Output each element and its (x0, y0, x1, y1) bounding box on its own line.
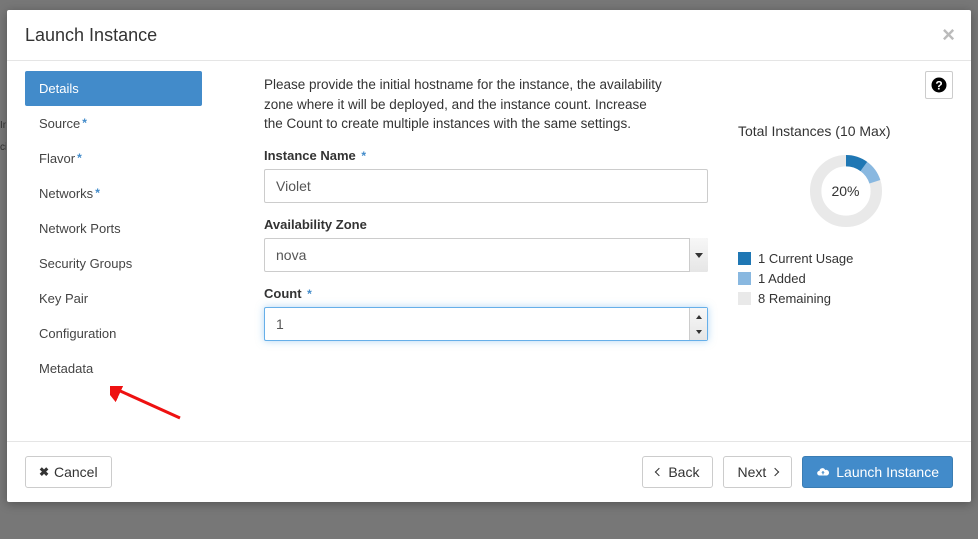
instance-name-input[interactable] (264, 169, 708, 203)
required-icon: * (307, 287, 312, 301)
count-up-button[interactable] (690, 308, 707, 324)
modal-footer: ✖ Cancel Back Next Launch Instance (7, 441, 971, 502)
sidebar-item-key-pair[interactable]: Key Pair (25, 281, 202, 316)
sidebar-item-flavor[interactable]: Flavor* (25, 141, 202, 176)
sidebar-item-label: Key Pair (39, 291, 88, 306)
required-icon: * (82, 116, 87, 130)
availability-zone-label: Availability Zone (264, 217, 708, 232)
sidebar-item-networks[interactable]: Networks* (25, 176, 202, 211)
sidebar-item-label: Configuration (39, 326, 116, 341)
quota-legend: 1 Current Usage 1 Added 8 Remaining (738, 251, 953, 306)
button-label: Cancel (54, 464, 98, 480)
wizard-sidebar: Details Source* Flavor* Networks* Networ… (7, 71, 212, 431)
button-label: Next (737, 464, 766, 480)
count-input[interactable] (264, 307, 708, 341)
sidebar-item-details[interactable]: Details (25, 71, 202, 106)
sidebar-item-security-groups[interactable]: Security Groups (25, 246, 202, 281)
sidebar-item-label: Source (39, 116, 80, 131)
instance-name-label: Instance Name * (264, 148, 708, 163)
count-label: Count * (264, 286, 708, 301)
modal-title: Launch Instance (25, 25, 953, 46)
label-text: Availability Zone (264, 217, 367, 232)
x-icon: ✖ (39, 468, 48, 477)
quota-title: Total Instances (10 Max) (738, 123, 953, 139)
close-icon[interactable]: × (942, 24, 955, 46)
sidebar-item-label: Security Groups (39, 256, 132, 271)
cancel-button[interactable]: ✖ Cancel (25, 456, 112, 488)
sidebar-item-metadata[interactable]: Metadata (25, 351, 202, 386)
label-text: Instance Name (264, 148, 356, 163)
legend-text: 8 Remaining (758, 291, 831, 306)
modal-header: Launch Instance × (7, 10, 971, 61)
help-button[interactable]: ? (925, 71, 953, 99)
launch-instance-modal: Launch Instance × Details Source* Flavor… (7, 10, 971, 502)
svg-text:?: ? (935, 79, 942, 93)
availability-zone-select[interactable]: nova (264, 238, 708, 272)
quota-donut-chart: 20% (806, 151, 886, 231)
chevron-left-icon (655, 468, 663, 476)
quota-percent-label: 20% (806, 151, 886, 231)
legend-swatch (738, 252, 751, 265)
question-circle-icon: ? (930, 76, 948, 94)
legend-swatch (738, 292, 751, 305)
next-button[interactable]: Next (723, 456, 792, 488)
sidebar-item-network-ports[interactable]: Network Ports (25, 211, 202, 246)
launch-instance-button[interactable]: Launch Instance (802, 456, 953, 488)
count-down-button[interactable] (690, 324, 707, 340)
back-button[interactable]: Back (642, 456, 713, 488)
legend-remaining: 8 Remaining (738, 291, 953, 306)
required-icon: * (361, 149, 366, 163)
chevron-right-icon (771, 468, 779, 476)
sidebar-item-label: Networks (39, 186, 93, 201)
legend-text: 1 Added (758, 271, 806, 286)
legend-text: 1 Current Usage (758, 251, 853, 266)
intro-text: Please provide the initial hostname for … (264, 75, 708, 134)
count-stepper (689, 308, 707, 340)
required-icon: * (77, 151, 82, 165)
button-label: Back (668, 464, 699, 480)
sidebar-item-label: Flavor (39, 151, 75, 166)
required-icon: * (95, 186, 100, 200)
legend-added: 1 Added (738, 271, 953, 286)
legend-current: 1 Current Usage (738, 251, 953, 266)
sidebar-item-label: Metadata (39, 361, 93, 376)
button-label: Launch Instance (836, 464, 939, 480)
label-text: Count (264, 286, 302, 301)
sidebar-item-configuration[interactable]: Configuration (25, 316, 202, 351)
sidebar-item-source[interactable]: Source* (25, 106, 202, 141)
sidebar-item-label: Network Ports (39, 221, 121, 236)
cloud-upload-icon (816, 465, 830, 479)
legend-swatch (738, 272, 751, 285)
sidebar-item-label: Details (39, 81, 79, 96)
